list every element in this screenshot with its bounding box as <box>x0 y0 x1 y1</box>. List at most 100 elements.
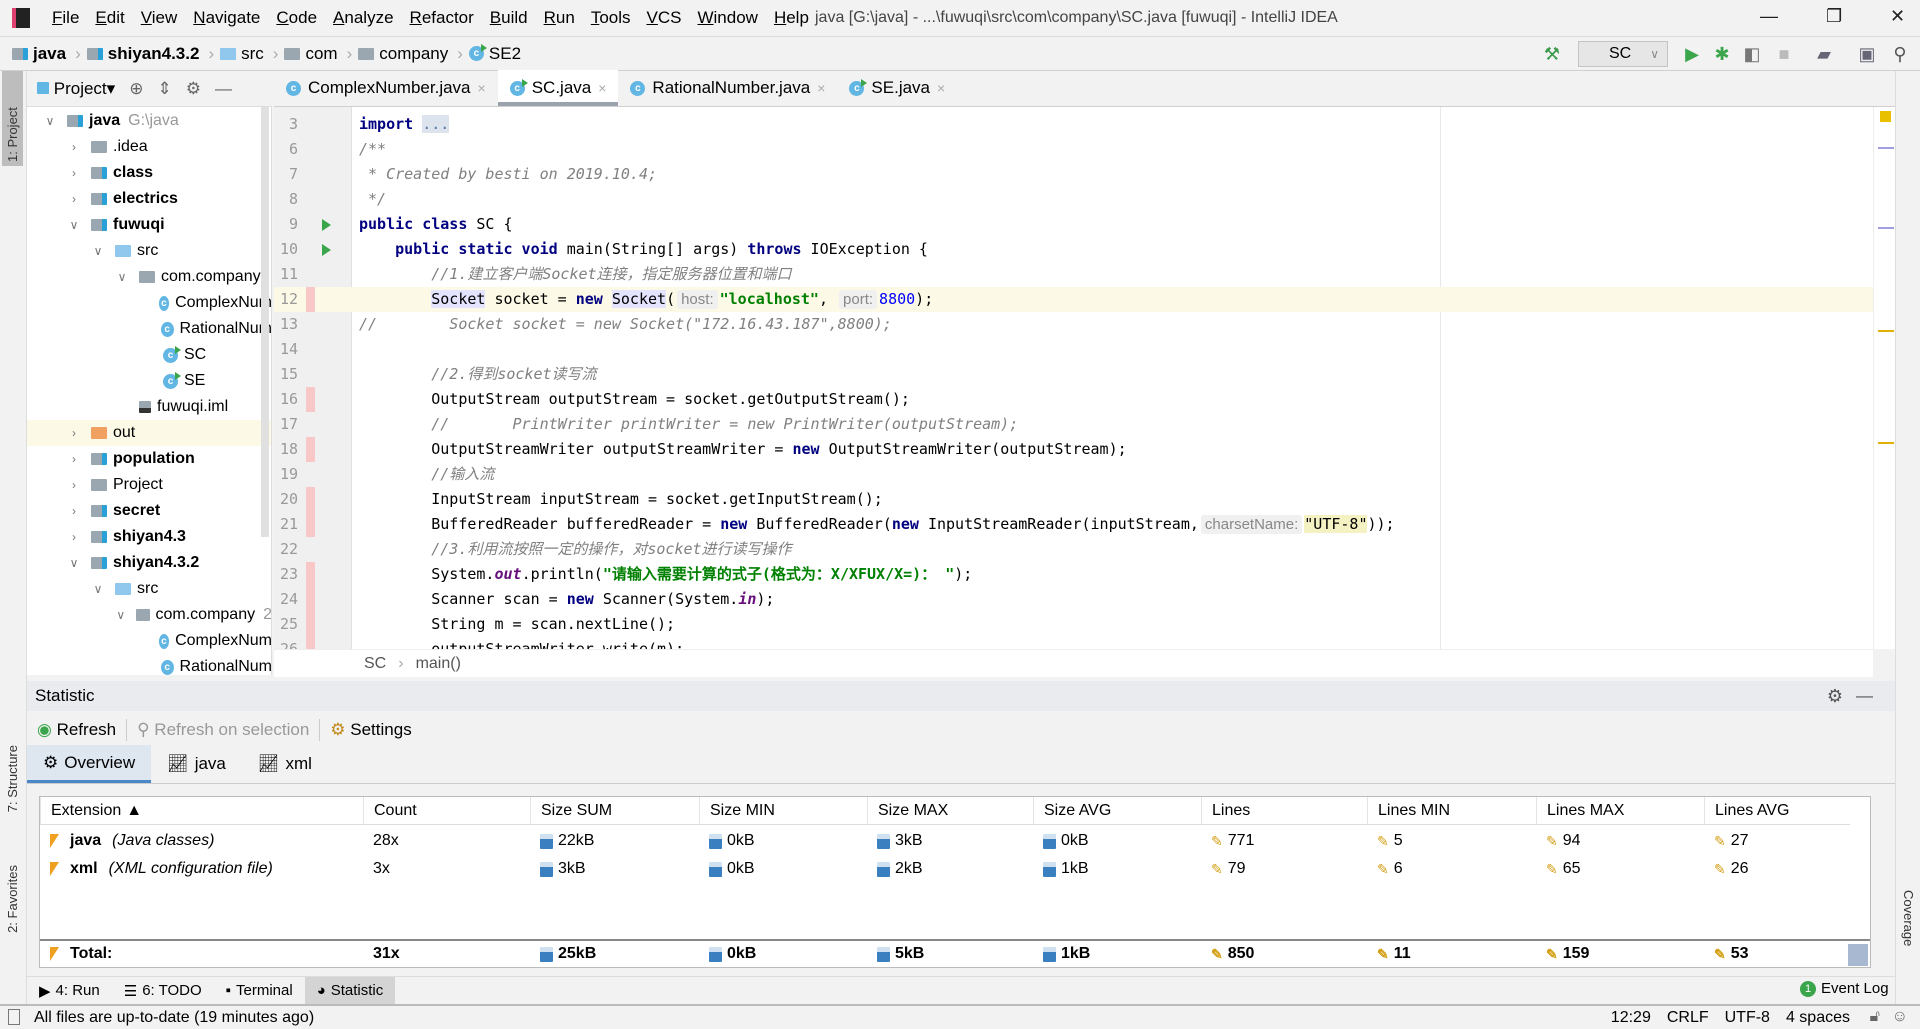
editor-tab[interactable]: c SE.java × <box>837 70 957 106</box>
menu-window[interactable]: Window <box>689 8 765 28</box>
chevron-down-icon[interactable]: ∨ <box>67 556 81 570</box>
menu-tools[interactable]: Tools <box>583 8 639 28</box>
run-icon[interactable]: ▶ <box>1680 41 1704 67</box>
file-encoding[interactable]: UTF-8 <box>1725 1009 1770 1027</box>
tree-item[interactable]: c RationalNum <box>27 654 271 675</box>
nav-crumb[interactable]: company › <box>358 44 463 64</box>
chevron-down-icon[interactable]: ∨ <box>91 582 105 596</box>
nav-crumb[interactable]: java › <box>12 44 81 64</box>
settings-button[interactable]: ⚙ Settings <box>330 720 411 740</box>
tree-item[interactable]: › .idea <box>27 134 271 160</box>
nav-crumb[interactable]: com › <box>284 44 352 64</box>
table-row[interactable]: java (Java classes) 28x 22kB 0kB 3kB 0kB ✎ 771 ✎ 5… <box>40 827 1850 855</box>
tree-item[interactable]: ∨ fuwuqi <box>27 212 271 238</box>
menu-analyze[interactable]: Analyze <box>325 8 401 28</box>
inspector-icon[interactable]: ☺ <box>1892 1008 1908 1026</box>
menu-code[interactable]: Code <box>268 8 325 28</box>
menu-build[interactable]: Build <box>482 8 536 28</box>
column-header[interactable]: Lines MIN <box>1367 796 1536 825</box>
column-header[interactable]: Size AVG <box>1033 796 1201 825</box>
column-header[interactable]: Count <box>363 796 530 825</box>
tree-item[interactable]: c RationalNum <box>27 316 271 342</box>
marker[interactable] <box>1878 227 1894 229</box>
column-header[interactable]: Size SUM <box>530 796 699 825</box>
column-header[interactable]: Extension ▲ <box>40 796 363 825</box>
change-marker[interactable] <box>306 487 315 512</box>
chevron-right-icon[interactable]: › <box>67 530 81 544</box>
chevron-down-icon[interactable]: ∨ <box>91 244 105 258</box>
column-header[interactable]: Lines AVG <box>1704 796 1854 825</box>
column-header[interactable]: Lines <box>1201 796 1367 825</box>
change-marker[interactable] <box>306 387 315 412</box>
project-tool-tab[interactable]: 1: Project <box>2 71 23 166</box>
change-marker[interactable] <box>306 562 315 587</box>
marker[interactable] <box>1878 442 1894 444</box>
structure-tool-tab[interactable]: 7: Structure <box>2 741 23 816</box>
menu-help[interactable]: Help <box>766 8 817 28</box>
breadcrumb-class[interactable]: SC <box>364 655 386 673</box>
column-header[interactable]: Size MIN <box>699 796 867 825</box>
menu-vcs[interactable]: VCS <box>639 8 690 28</box>
menu-refactor[interactable]: Refactor <box>402 8 482 28</box>
chevron-down-icon[interactable]: ∨ <box>43 114 57 128</box>
menu-navigate[interactable]: Navigate <box>185 8 268 28</box>
hide-icon[interactable]: — <box>1856 686 1873 706</box>
menu-edit[interactable]: Edit <box>87 8 132 28</box>
marker[interactable] <box>1878 147 1894 149</box>
tree-item[interactable]: › Project <box>27 472 271 498</box>
tree-item[interactable]: › shiyan4.3 <box>27 524 271 550</box>
bottom-tab-terminal[interactable]: ▪ Terminal <box>214 977 305 1005</box>
chevron-right-icon[interactable]: › <box>67 166 81 180</box>
tree-item[interactable]: ∨ com.company <box>27 264 271 290</box>
chevron-down-icon[interactable]: ∨ <box>115 270 129 284</box>
statistic-tab-overview[interactable]: ⚙ Overview <box>27 745 152 783</box>
error-stripe[interactable] <box>1873 107 1895 649</box>
project-structure-icon[interactable]: ▰ <box>1812 41 1836 67</box>
editor-tab[interactable]: c RationalNumber.java × <box>618 70 837 106</box>
change-marker[interactable] <box>306 287 315 312</box>
tree-item[interactable]: › population <box>27 446 271 472</box>
close-tab-icon[interactable]: × <box>817 80 825 96</box>
tree-item[interactable]: › out <box>27 420 271 446</box>
bottom-tab-todo[interactable]: ☰ 6: TODO <box>112 977 214 1005</box>
nav-crumb[interactable]: src › <box>220 44 278 64</box>
run-gutter-icon[interactable] <box>322 244 331 256</box>
close-tab-icon[interactable]: × <box>937 80 945 96</box>
tree-item[interactable]: › secret <box>27 498 271 524</box>
run-gutter-icon[interactable] <box>322 219 331 231</box>
nav-crumb[interactable]: c SE2 <box>468 44 521 64</box>
bottom-tab-run[interactable]: ▶ 4: Run <box>27 977 112 1005</box>
run-configuration-select[interactable]: SC ∨ <box>1578 41 1668 67</box>
tree-item[interactable]: fuwuqi.iml <box>27 394 271 420</box>
menu-file[interactable]: File <box>44 8 87 28</box>
table-row[interactable]: xml (XML configuration file) 3x 3kB 0kB 2kB 1k… <box>40 855 1850 883</box>
minimize-icon[interactable]: — <box>1760 6 1778 27</box>
line-separator[interactable]: CRLF <box>1667 1009 1709 1027</box>
table-scroll-corner[interactable] <box>1848 944 1868 966</box>
collapse-all-icon[interactable]: ⇕ <box>157 79 171 99</box>
chevron-right-icon[interactable]: › <box>67 426 81 440</box>
event-log-button[interactable]: 1 Event Log <box>1800 980 1889 997</box>
tree-item[interactable]: ∨ src <box>27 238 271 264</box>
tree-item[interactable]: ∨ src <box>27 576 271 602</box>
refresh-button[interactable]: ◉ Refresh <box>37 720 116 740</box>
breadcrumb-method[interactable]: main() <box>416 655 461 673</box>
column-header[interactable]: Size MAX <box>867 796 1033 825</box>
change-marker[interactable] <box>306 612 315 637</box>
change-marker[interactable] <box>306 512 315 537</box>
nav-crumb[interactable]: shiyan4.3.2 › <box>86 44 214 64</box>
tree-scrollbar[interactable] <box>261 107 269 537</box>
close-tab-icon[interactable]: × <box>478 80 486 96</box>
gear-icon[interactable]: ⚙ <box>186 79 201 99</box>
chevron-down-icon[interactable]: ∨ <box>115 608 126 622</box>
change-marker[interactable] <box>306 587 315 612</box>
build-hammer-icon[interactable]: ⚒ <box>1540 41 1564 67</box>
change-marker[interactable] <box>306 637 315 649</box>
chevron-right-icon[interactable]: › <box>67 192 81 206</box>
tree-item[interactable]: c SE <box>27 368 271 394</box>
menu-view[interactable]: View <box>133 8 186 28</box>
sort-ascending-icon[interactable]: ▲ <box>126 802 142 820</box>
coverage-tool-tab[interactable]: Coverage <box>1898 886 1919 950</box>
status-toggle-icon[interactable] <box>8 1009 20 1025</box>
code-editor[interactable]: 3 import ... 6 /** 7 * Created by besti on 2… <box>274 107 1873 649</box>
